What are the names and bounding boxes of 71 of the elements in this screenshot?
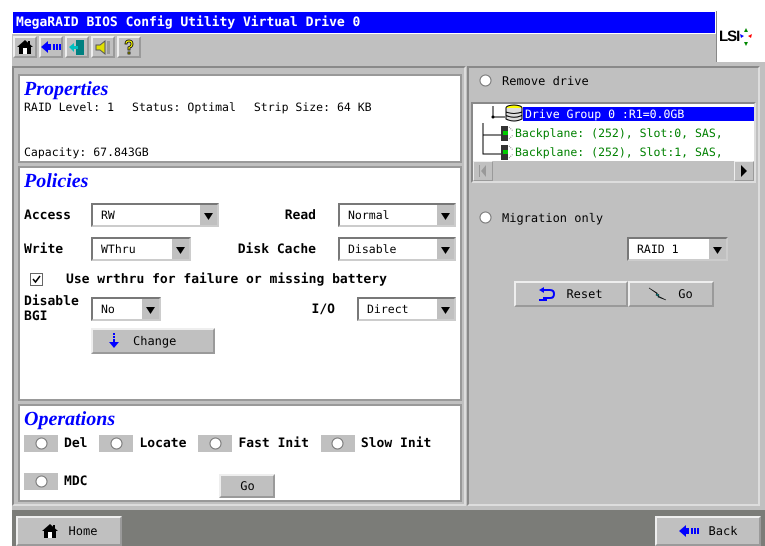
option-label: Remove drive bbox=[502, 74, 589, 88]
radio-button[interactable] bbox=[34, 474, 48, 488]
toolbar-button[interactable] bbox=[91, 36, 115, 58]
dropdown-value: Disable bbox=[348, 242, 396, 256]
scroll-right-icon[interactable] bbox=[740, 165, 748, 177]
field-label: Read bbox=[284, 208, 317, 222]
option-label: Del bbox=[64, 436, 88, 450]
dropdown[interactable]: RAID 1 bbox=[627, 237, 728, 261]
go-button[interactable]: Go bbox=[219, 474, 276, 498]
checkbox[interactable] bbox=[30, 272, 43, 286]
checkbox-label: Use wrthru for failure or missing battery bbox=[66, 272, 387, 286]
tree-item[interactable]: Drive Group 0 :R1=0.0GB bbox=[523, 106, 754, 120]
dropdown-value: WThru bbox=[101, 242, 136, 256]
drive-icon bbox=[481, 142, 515, 161]
dropdown-value: Normal bbox=[348, 208, 390, 222]
section-heading: Policies bbox=[24, 170, 90, 192]
option-label: Locate bbox=[139, 436, 186, 450]
property-text: Strip Size: 64 KB bbox=[254, 100, 372, 114]
undo-icon bbox=[538, 287, 556, 301]
arrow-down-icon bbox=[109, 333, 119, 349]
reset-button[interactable]: Reset bbox=[514, 281, 628, 307]
question-mark-icon bbox=[123, 38, 135, 56]
toolbar-button[interactable] bbox=[117, 36, 141, 58]
dropdown[interactable]: No bbox=[91, 297, 161, 321]
door-exit-icon bbox=[68, 38, 86, 56]
arrow-left-icon bbox=[678, 525, 699, 537]
radio-button[interactable] bbox=[208, 436, 222, 450]
field-label: Access bbox=[24, 208, 72, 222]
dropdown[interactable]: RW bbox=[91, 203, 219, 227]
radio-button[interactable] bbox=[331, 436, 344, 450]
scrollbar[interactable] bbox=[473, 161, 754, 181]
property-text: Capacity: 67.843GB bbox=[24, 145, 150, 159]
property-text: RAID Level: 1 bbox=[24, 100, 114, 114]
back-button[interactable]: Back bbox=[655, 516, 761, 546]
logo: LSI bbox=[716, 11, 765, 62]
dropdown[interactable]: Direct bbox=[357, 297, 456, 321]
radio-button[interactable] bbox=[34, 436, 48, 450]
drive-icon bbox=[481, 123, 515, 142]
tree-item[interactable]: Backplane: (252), Slot:0, SAS, bbox=[515, 126, 723, 140]
window-title: MegaRAID BIOS Config Utility Virtual Drive 0 bbox=[12, 11, 716, 34]
option-label: MDC bbox=[64, 474, 88, 488]
section-heading: Properties bbox=[24, 78, 110, 100]
option-label: Fast Init bbox=[238, 436, 309, 450]
home-button[interactable]: Home bbox=[16, 516, 122, 546]
home-icon bbox=[16, 39, 34, 55]
arrow-left-icon bbox=[41, 41, 61, 53]
go-button[interactable]: Go bbox=[628, 281, 714, 307]
dropdown[interactable]: Normal bbox=[338, 203, 456, 227]
dropdown[interactable]: Disable bbox=[338, 237, 456, 261]
option-label: Slow Init bbox=[360, 436, 432, 450]
dropdown-value: Direct bbox=[367, 302, 409, 316]
dropdown-value: RAID 1 bbox=[637, 242, 679, 256]
section-heading: Operations bbox=[24, 408, 116, 430]
radio-button[interactable] bbox=[479, 74, 492, 87]
field-label: Disable BGI bbox=[24, 294, 80, 324]
tree-item[interactable]: Backplane: (252), Slot:1, SAS, bbox=[515, 144, 723, 158]
dropdown-value: No bbox=[101, 302, 115, 316]
dropdown-value: RW bbox=[101, 208, 115, 222]
radio-button[interactable] bbox=[479, 211, 492, 224]
speaker-icon bbox=[94, 38, 112, 56]
toolbar-button[interactable] bbox=[39, 36, 63, 58]
field-label: I/O bbox=[310, 302, 336, 316]
property-text: Status: Optimal bbox=[132, 100, 236, 114]
home-icon bbox=[40, 523, 59, 539]
toolbar-button[interactable] bbox=[13, 36, 37, 58]
field-label: Write bbox=[24, 242, 64, 256]
change-button[interactable]: Change bbox=[91, 328, 215, 354]
dropdown[interactable]: WThru bbox=[91, 237, 191, 261]
option-label: Migration only bbox=[502, 211, 604, 225]
field-label: Disk Cache bbox=[236, 242, 317, 256]
radio-button[interactable] bbox=[110, 436, 123, 450]
